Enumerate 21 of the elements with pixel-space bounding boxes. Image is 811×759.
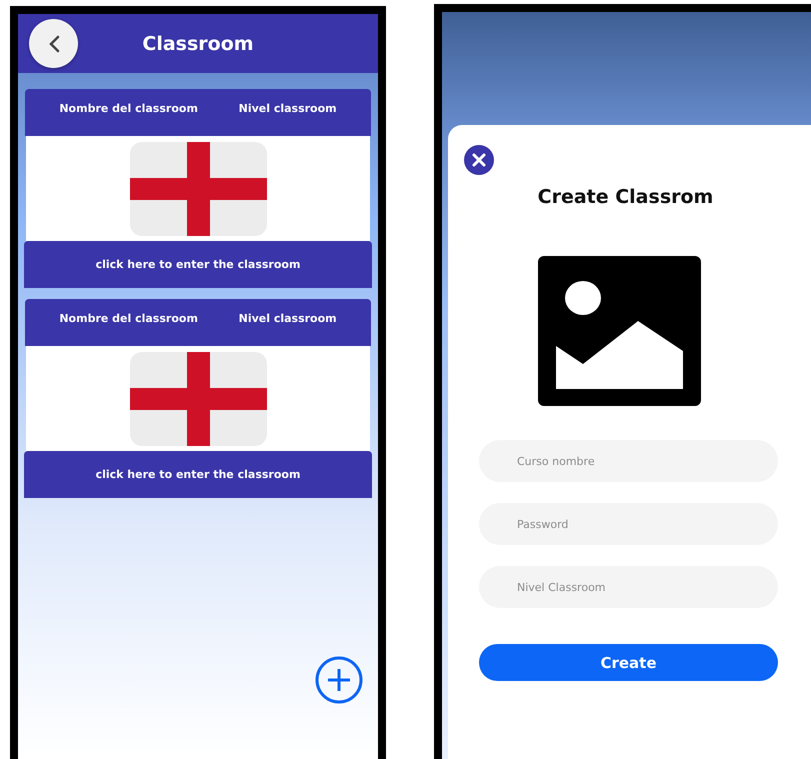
cross-flag-icon	[130, 142, 266, 236]
text-field[interactable]: Curso nombre	[479, 440, 778, 482]
image-icon	[538, 256, 701, 406]
plus-circle-icon	[315, 656, 363, 704]
enter-classroom-button[interactable]: click here to enter the classroom	[24, 451, 372, 498]
add-button[interactable]	[315, 656, 363, 704]
text-field[interactable]: Password	[479, 503, 778, 545]
close-icon	[464, 145, 494, 175]
create-button[interactable]: Create	[479, 644, 778, 681]
close-button[interactable]	[464, 145, 494, 175]
back-button[interactable]	[29, 19, 78, 68]
back-icon	[48, 34, 60, 52]
screen-title: Classroom	[142, 32, 254, 54]
dialog-title: Create Classrom	[538, 186, 714, 208]
enter-classroom-button[interactable]: click here to enter the classroom	[24, 241, 372, 288]
classroom-name-label: Nombre del classroom	[59, 102, 198, 115]
classroom-level-label: Nivel classroom	[238, 312, 337, 325]
classroom-level-label: Nivel classroom	[238, 102, 337, 115]
text-field[interactable]: Nivel Classroom	[479, 566, 778, 608]
classroom-name-label: Nombre del classroom	[59, 312, 198, 325]
cross-flag-icon	[130, 352, 266, 446]
